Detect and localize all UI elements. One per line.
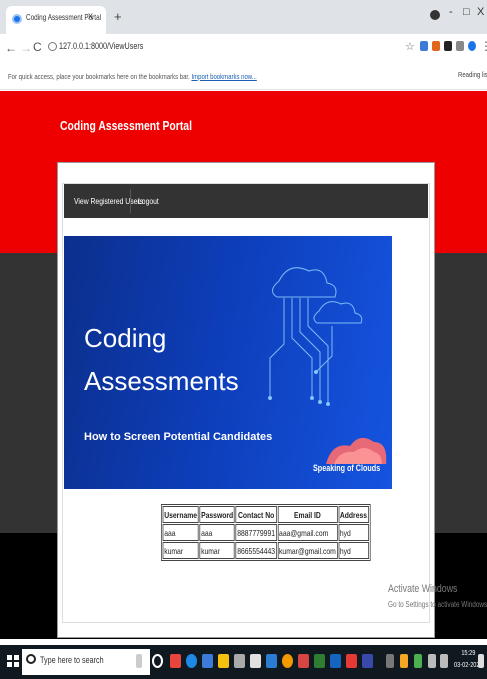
tray-app-icon[interactable] (400, 654, 408, 668)
nav-view-registered-users[interactable]: View Registered Users (74, 196, 143, 206)
bookmark-star-icon[interactable]: ☆ (405, 40, 415, 53)
menu-dots-icon[interactable]: ⋮ (480, 39, 487, 53)
globe-icon (12, 14, 22, 24)
col-username: Username (162, 506, 199, 523)
banner-subtitle: How to Screen Potential Candidates (84, 431, 273, 443)
app-icon[interactable] (298, 654, 309, 668)
taskbar-search-placeholder: Type here to search (40, 655, 104, 665)
app-icon[interactable] (362, 654, 373, 668)
activate-windows-title: Activate Windows (388, 583, 458, 595)
window-close-button[interactable]: X (477, 6, 484, 18)
col-email: Email ID (277, 506, 338, 523)
app-icon[interactable] (170, 654, 181, 668)
site-info-icon[interactable] (48, 42, 57, 51)
app-icon[interactable] (346, 654, 357, 668)
window-minimize-button[interactable]: - (449, 6, 453, 18)
table-header-row: Username Password Contact No Email ID Ad… (162, 506, 369, 523)
task-view-icon[interactable] (152, 654, 163, 668)
app-icon[interactable] (330, 654, 341, 668)
extension-icon[interactable] (432, 41, 440, 51)
speaking-of-clouds-logo: Speaking of Clouds (313, 463, 381, 473)
cell-address: hyd (338, 524, 369, 541)
cell-password: kumar (199, 542, 235, 559)
volume-icon[interactable] (440, 654, 448, 668)
cell-password: aaa (199, 524, 235, 541)
extension-puzzle-icon[interactable] (444, 41, 452, 51)
tab-close-button[interactable]: x (88, 11, 93, 22)
windows-start-icon[interactable] (7, 655, 19, 667)
import-bookmarks-link[interactable]: Import bookmarks now... (191, 72, 256, 81)
bookmarks-hint: For quick access, place your bookmarks h… (8, 72, 257, 81)
file-explorer-icon[interactable] (218, 654, 229, 668)
table-row: kumar kumar 8665554443 kumar@gmail.com h… (162, 542, 369, 559)
nav-divider (130, 189, 131, 213)
cell-email: aaa@gmail.com (277, 524, 338, 541)
site-brand[interactable]: Coding Assessment Portal (60, 118, 192, 133)
app-icon[interactable] (314, 654, 325, 668)
back-arrow-icon[interactable]: ← (5, 41, 17, 55)
microphone-icon[interactable] (136, 654, 142, 668)
reading-queue-icon[interactable] (456, 41, 464, 51)
window-maximize-button[interactable]: □ (463, 6, 470, 18)
col-address: Address (338, 506, 369, 523)
edge-icon[interactable] (186, 654, 197, 668)
address-bar[interactable]: 127.0.0.1:8000/ViewUsers (59, 41, 143, 51)
app-icon[interactable] (250, 654, 261, 668)
col-password: Password (199, 506, 235, 523)
col-contact: Contact No (235, 506, 277, 523)
cell-contact: 8665554443 (235, 542, 277, 559)
cell-username: aaa (162, 524, 199, 541)
search-icon (26, 654, 36, 664)
cell-contact: 8887779991 (235, 524, 277, 541)
chrome-icon[interactable] (282, 654, 293, 668)
app-icon[interactable] (266, 654, 277, 668)
cell-address: hyd (338, 542, 369, 559)
forward-arrow-icon[interactable]: → (20, 41, 32, 55)
circuit-cloud-graphic (268, 267, 387, 464)
bookmarks-hint-text: For quick access, place your bookmarks h… (8, 72, 190, 81)
registered-users-table: Username Password Contact No Email ID Ad… (161, 504, 371, 561)
notifications-icon[interactable] (478, 654, 484, 668)
banner-title-line1: Coding (84, 323, 167, 353)
tray-app-icon[interactable] (414, 654, 422, 668)
activate-windows-hint: Go to Settings to activate Windows. (388, 600, 487, 609)
reading-list-button[interactable]: Reading list (458, 70, 487, 79)
network-icon[interactable] (428, 654, 436, 668)
app-icon[interactable] (234, 654, 245, 668)
table-row: aaa aaa 8887779991 aaa@gmail.com hyd (162, 524, 369, 541)
banner-title-line2: Assessments (84, 366, 239, 396)
browser-tab[interactable]: Coding Assessment Portal x (6, 6, 106, 34)
cell-email: kumar@gmail.com (277, 542, 338, 559)
extension-shield-icon[interactable] (420, 41, 428, 51)
profile-shield-icon[interactable] (468, 41, 476, 51)
profile-avatar-icon[interactable] (430, 10, 440, 20)
people-icon[interactable] (386, 654, 394, 668)
app-icon[interactable] (202, 654, 213, 668)
nav-logout[interactable]: Logout (138, 196, 159, 206)
cell-username: kumar (162, 542, 199, 559)
new-tab-button[interactable]: + (114, 9, 122, 24)
reload-icon[interactable]: C (33, 40, 42, 54)
